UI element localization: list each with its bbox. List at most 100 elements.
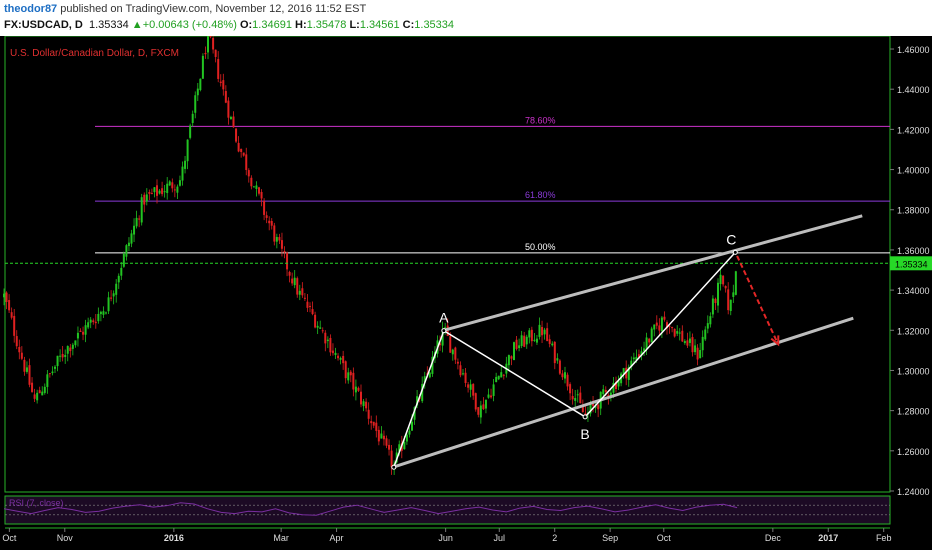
- candle-body: [326, 339, 329, 342]
- candle-body: [632, 357, 635, 360]
- x-tick-label: Mar: [273, 533, 289, 543]
- candle-body: [321, 330, 324, 332]
- candle-body: [105, 312, 107, 314]
- candle-body: [711, 298, 714, 315]
- candle-body: [375, 422, 378, 431]
- candle-body: [189, 125, 192, 138]
- candle-body: [291, 278, 294, 284]
- author-link[interactable]: theodor87: [4, 3, 57, 15]
- candle-body: [235, 128, 238, 142]
- open-value: 1.34691: [252, 19, 292, 31]
- candle-body: [48, 373, 51, 375]
- candle-body: [122, 253, 125, 267]
- candle-body: [28, 365, 31, 385]
- candle-body: [484, 399, 487, 409]
- chart-title: U.S. Dollar/Canadian Dollar, D, FXCM: [10, 48, 179, 59]
- candle-body: [518, 345, 521, 349]
- quote-line: FX:USDCAD, D 1.35334 ▲+0.00643 (+0.48%) …: [4, 19, 454, 31]
- candle-body: [153, 187, 156, 193]
- candle-body: [209, 36, 212, 38]
- candle-body: [732, 292, 735, 297]
- candle-body: [357, 387, 360, 391]
- candle-body: [56, 355, 59, 367]
- candle-body: [553, 341, 556, 364]
- candle-body: [173, 189, 176, 191]
- candle-body: [268, 220, 271, 224]
- fib-level-label: 50.00%: [525, 242, 556, 252]
- candle-body: [658, 325, 661, 331]
- candle-body: [380, 433, 383, 439]
- price-chart[interactable]: U.S. Dollar/Canadian Dollar, D, FXCM 1.46…: [0, 36, 932, 550]
- candle-body: [270, 220, 273, 226]
- x-tick-label: Apr: [330, 533, 344, 543]
- candle-body: [33, 394, 36, 399]
- candle-body: [602, 389, 605, 395]
- candle-body: [403, 441, 406, 450]
- published-text: published on TradingView.com, November 1…: [57, 3, 367, 15]
- candle-body: [316, 325, 319, 328]
- candle-body: [681, 330, 684, 342]
- candle-body: [247, 170, 250, 177]
- y-tick-label: 1.32000: [897, 326, 930, 336]
- candle-body: [459, 365, 462, 376]
- candle-body: [502, 374, 505, 376]
- candle-body: [293, 277, 296, 286]
- y-tick-label: 1.26000: [897, 447, 930, 457]
- candle-body: [150, 193, 153, 195]
- candle-body: [655, 322, 658, 326]
- candle-body: [222, 80, 225, 90]
- candle-body: [59, 355, 62, 357]
- candle-body: [138, 218, 141, 220]
- candle-body: [492, 384, 495, 396]
- candle-body: [168, 181, 171, 186]
- candle-body: [510, 356, 513, 359]
- candle-body: [117, 275, 120, 283]
- candle-body: [382, 435, 385, 440]
- candle-body: [507, 355, 510, 366]
- candle-body: [717, 282, 719, 306]
- candle-body: [89, 319, 92, 323]
- candle-body: [650, 328, 653, 343]
- candle-body: [538, 324, 541, 337]
- candle-body: [84, 325, 87, 335]
- candle-body: [339, 357, 342, 360]
- candle-body: [265, 215, 268, 218]
- candle-body: [500, 372, 503, 378]
- candle-body: [13, 315, 16, 336]
- low-label: L:: [349, 19, 360, 31]
- candle-body: [191, 113, 194, 123]
- candle-body: [181, 166, 184, 181]
- candle-body: [482, 404, 485, 410]
- candle-body: [474, 393, 477, 410]
- candle-body: [25, 367, 28, 372]
- candle-body: [472, 383, 475, 396]
- candle-body: [278, 237, 281, 241]
- change-arrow-icon: ▲: [131, 19, 143, 31]
- candle-body: [110, 297, 113, 299]
- low-value: 1.34561: [359, 19, 400, 31]
- candle-body: [495, 376, 498, 383]
- candle-body: [18, 346, 21, 353]
- symbol-label[interactable]: FX:USDCAD, D: [4, 19, 83, 31]
- candle-body: [130, 233, 133, 244]
- candle-body: [528, 330, 531, 338]
- candle-body: [309, 305, 311, 307]
- y-tick-label: 1.24000: [897, 487, 930, 497]
- x-tick-label: Oct: [2, 533, 17, 543]
- candle-body: [275, 236, 278, 242]
- candle-body: [678, 332, 681, 334]
- rsi-label: RSI (7, close): [9, 498, 64, 508]
- candle-body: [217, 59, 220, 79]
- candle-body: [454, 347, 457, 360]
- candle-body: [296, 278, 299, 295]
- candle-body: [240, 148, 243, 153]
- candle-body: [303, 297, 306, 299]
- candle-body: [388, 444, 391, 450]
- candle-body: [20, 352, 23, 359]
- candle-body: [61, 353, 64, 358]
- candle-body: [5, 292, 8, 303]
- candle-body: [479, 405, 482, 418]
- candle-body: [258, 187, 260, 194]
- candle-body: [115, 283, 118, 295]
- x-tick-label: 2017: [818, 533, 838, 543]
